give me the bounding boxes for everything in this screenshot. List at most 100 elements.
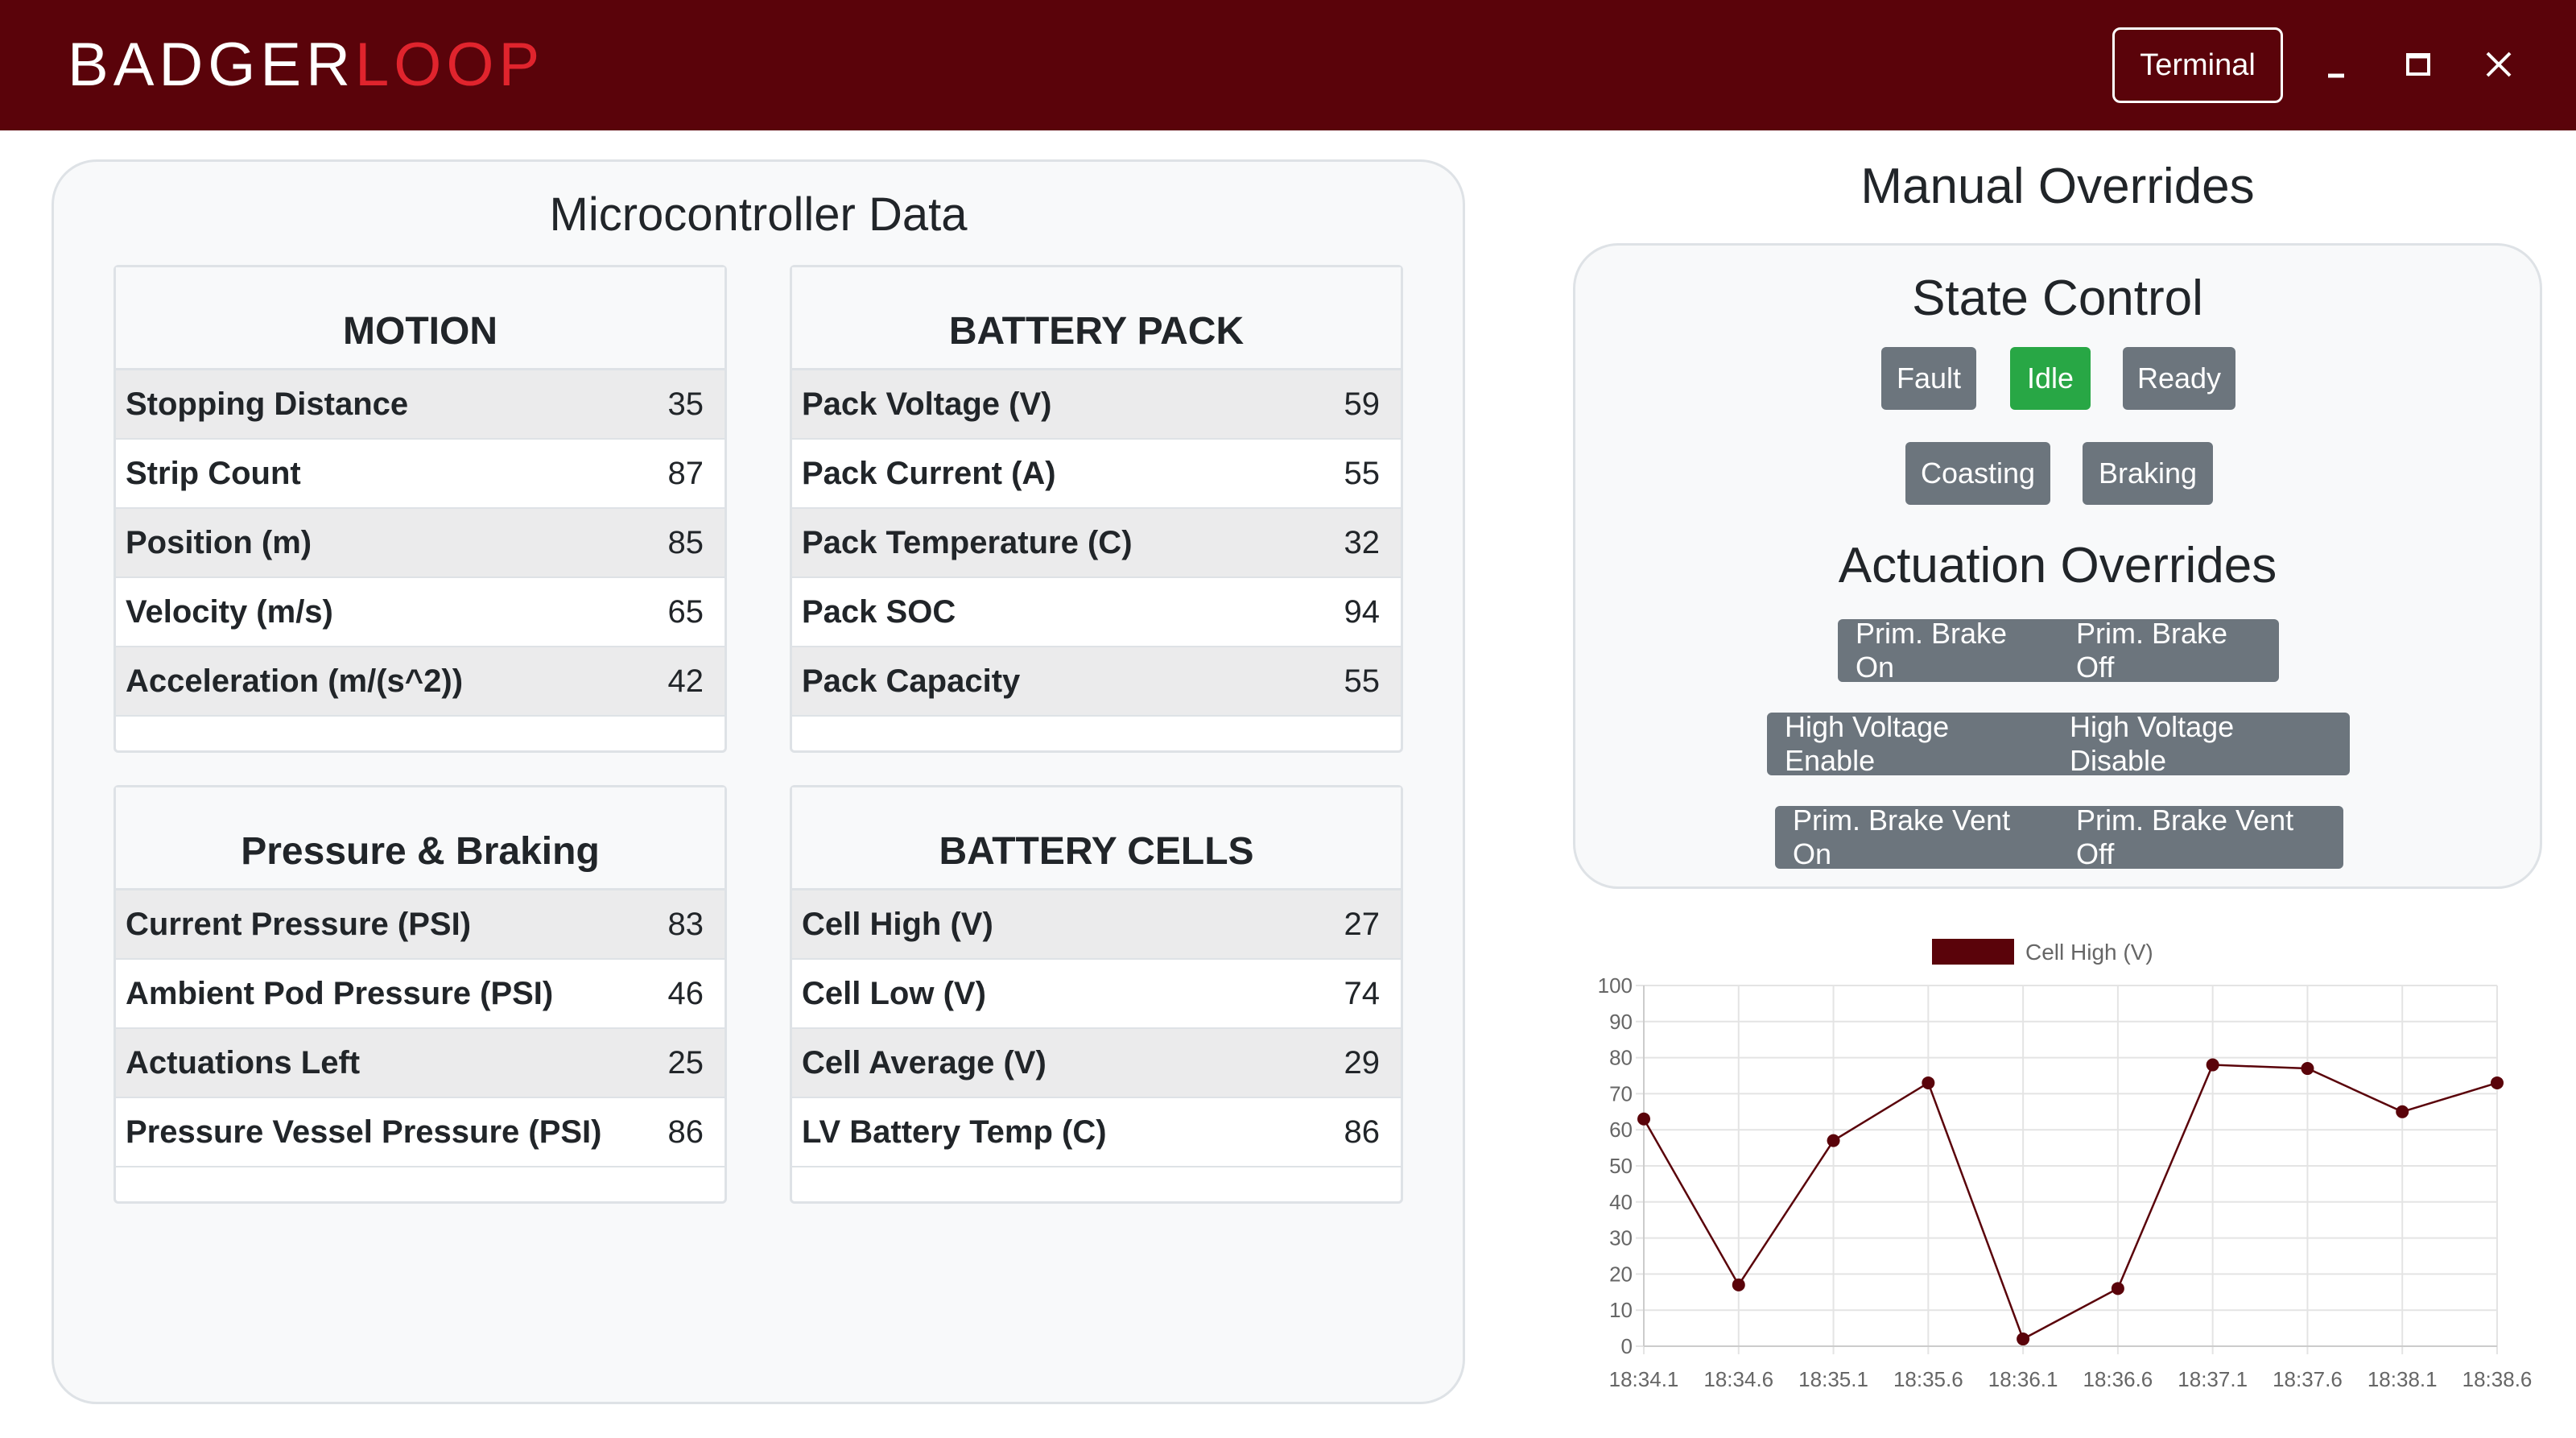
row-label: Acceleration (m/(s^2)) — [126, 663, 464, 699]
y-tick-label: 50 — [1609, 1154, 1633, 1178]
pressure-braking-card-title: Pressure & Braking — [116, 787, 724, 890]
table-row: Pack Current (A) 55 — [792, 440, 1401, 509]
table-row: Cell Average (V) 29 — [792, 1029, 1401, 1098]
overrides-panel: State Control Fault Idle Ready Coasting … — [1573, 243, 2542, 889]
table-row: Pressure Vessel Pressure (PSI) 86 — [116, 1098, 724, 1167]
data-point — [2396, 1105, 2409, 1118]
x-tick-label: 18:35.6 — [1893, 1367, 1963, 1391]
row-value: 83 — [667, 906, 704, 942]
row-value: 86 — [1344, 1114, 1381, 1150]
row-label: Cell Average (V) — [802, 1044, 1046, 1081]
table-row: Current Pressure (PSI) 83 — [116, 890, 724, 960]
row-value: 87 — [667, 455, 704, 491]
row-value: 25 — [667, 1044, 704, 1081]
row-label: Velocity (m/s) — [126, 593, 333, 630]
primary-brake-button-group: Prim. Brake On Prim. Brake Off — [1838, 617, 2279, 684]
table-row: Cell High (V) 27 — [792, 890, 1401, 960]
y-tick-label: 80 — [1609, 1046, 1633, 1070]
table-row: LV Battery Temp (C) 86 — [792, 1098, 1401, 1167]
high-voltage-button-group: High Voltage Enable High Voltage Disable — [1767, 710, 2350, 777]
x-tick-label: 18:36.1 — [1988, 1367, 2058, 1391]
prim-brake-vent-off-button[interactable]: Prim. Brake Vent Off — [2058, 804, 2343, 870]
table-row: Stopping Distance 35 — [116, 370, 724, 440]
table-row: Pack Temperature (C) 32 — [792, 509, 1401, 578]
minimize-icon[interactable] — [2304, 32, 2368, 97]
table-row: Velocity (m/s) 65 — [116, 578, 724, 647]
y-tick-label: 10 — [1609, 1298, 1633, 1322]
row-value: 65 — [667, 593, 704, 630]
y-tick-label: 0 — [1621, 1334, 1633, 1358]
cell-high-line-chart: 0 10 20 30 40 50 60 70 80 90 100 18:34.1 18:34.6 18:3… — [1598, 939, 2533, 1391]
battery-cells-table: Cell High (V) 27 Cell Low (V) 74 Cell Aver… — [792, 890, 1401, 1167]
data-point — [2491, 1076, 2504, 1089]
row-value: 55 — [1344, 663, 1381, 699]
prim-brake-vent-on-button[interactable]: Prim. Brake Vent On — [1775, 804, 2058, 870]
table-row: Ambient Pod Pressure (PSI) 46 — [116, 960, 724, 1029]
row-label: Strip Count — [126, 455, 301, 491]
row-label: Position (m) — [126, 524, 312, 560]
row-label: Pressure Vessel Pressure (PSI) — [126, 1114, 602, 1150]
row-value: 86 — [667, 1114, 704, 1150]
legend-label: Cell High (V) — [2025, 940, 2153, 965]
maximize-icon[interactable] — [2386, 32, 2450, 97]
manual-overrides-title: Manual Overrides — [1860, 159, 2255, 214]
brake-vent-button-group: Prim. Brake Vent On Prim. Brake Vent Off — [1775, 804, 2343, 870]
y-tick-label: 100 — [1598, 973, 1633, 998]
table-row: Pack Capacity 55 — [792, 647, 1401, 717]
actuation-overrides-title: Actuation Overrides — [1838, 538, 2277, 593]
y-tick-label: 60 — [1609, 1118, 1633, 1142]
state-coasting-button[interactable]: Coasting — [1905, 442, 2050, 505]
row-value: 27 — [1344, 906, 1381, 942]
data-point — [1732, 1278, 1745, 1291]
row-label: Actuations Left — [126, 1044, 361, 1081]
battery-pack-card: BATTERY PACK Pack Voltage (V) 59 Pack Cur… — [790, 265, 1403, 753]
state-control-title: State Control — [1912, 271, 2203, 326]
row-label: Cell Low (V) — [802, 975, 986, 1011]
x-tick-label: 18:37.1 — [2178, 1367, 2248, 1391]
prim-brake-on-button[interactable]: Prim. Brake On — [1838, 617, 2058, 684]
state-braking-button[interactable]: Braking — [2083, 442, 2213, 505]
high-voltage-enable-button[interactable]: High Voltage Enable — [1767, 710, 2052, 777]
row-value: 32 — [1344, 524, 1381, 560]
x-tick-label: 18:38.1 — [2368, 1367, 2438, 1391]
row-label: Ambient Pod Pressure (PSI) — [126, 975, 554, 1011]
data-point — [2206, 1058, 2219, 1072]
microcontroller-data-panel: Microcontroller Data MOTION Stopping Dis… — [52, 159, 1465, 1404]
logo-text-loop: LOOP — [354, 30, 545, 99]
x-tick-label: 18:38.6 — [2462, 1367, 2533, 1391]
battery-cells-card-title: BATTERY CELLS — [792, 787, 1401, 890]
row-label: LV Battery Temp (C) — [802, 1114, 1107, 1150]
row-label: Cell High (V) — [802, 906, 993, 942]
state-fault-button[interactable]: Fault — [1881, 347, 1976, 410]
row-label: Pack SOC — [802, 593, 956, 630]
row-value: 35 — [667, 386, 704, 422]
x-tick-label: 18:35.1 — [1798, 1367, 1868, 1391]
table-row: Strip Count 87 — [116, 440, 724, 509]
data-point — [2111, 1282, 2124, 1295]
logo-text-badger: BADGER — [68, 30, 355, 99]
high-voltage-disable-button[interactable]: High Voltage Disable — [2052, 710, 2350, 777]
x-tick-label: 18:36.6 — [2083, 1367, 2153, 1391]
table-row: Position (m) 85 — [116, 509, 724, 578]
prim-brake-off-button[interactable]: Prim. Brake Off — [2058, 617, 2279, 684]
badgerloop-logo: BADGER LOOP — [68, 24, 544, 105]
battery-cells-card: BATTERY CELLS Cell High (V) 27 Cell Low (… — [790, 785, 1403, 1204]
row-value: 42 — [667, 663, 704, 699]
terminal-button[interactable]: Terminal — [2112, 27, 2283, 103]
row-value: 59 — [1344, 386, 1381, 422]
x-tick-label: 18:34.6 — [1703, 1367, 1773, 1391]
table-row: Actuations Left 25 — [116, 1029, 724, 1098]
motion-card-title: MOTION — [116, 267, 724, 370]
table-row: Acceleration (m/(s^2)) 42 — [116, 647, 724, 717]
data-point — [1827, 1134, 1840, 1147]
pressure-braking-card: Pressure & Braking Current Pressure (PSI… — [114, 785, 727, 1204]
state-ready-button[interactable]: Ready — [2123, 347, 2235, 410]
row-label: Pack Capacity — [802, 663, 1021, 699]
close-icon[interactable] — [2467, 32, 2531, 97]
y-tick-label: 40 — [1609, 1190, 1633, 1214]
table-row: Pack Voltage (V) 59 — [792, 370, 1401, 440]
table-row: Cell Low (V) 74 — [792, 960, 1401, 1029]
state-idle-button[interactable]: Idle — [2010, 347, 2091, 410]
row-label: Current Pressure (PSI) — [126, 906, 472, 942]
row-label: Pack Current (A) — [802, 455, 1056, 491]
